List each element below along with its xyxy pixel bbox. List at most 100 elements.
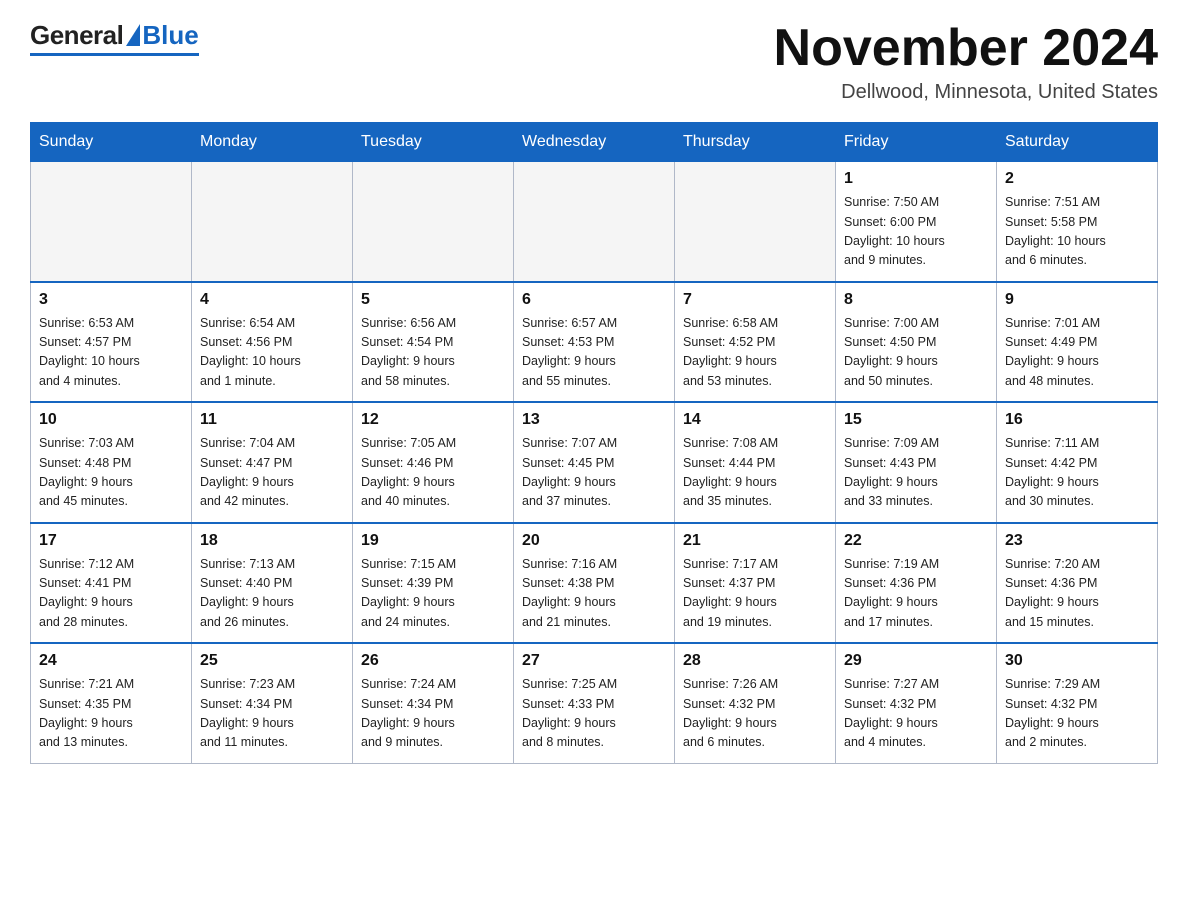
day-number: 20: [522, 532, 666, 550]
calendar-cell: 5 Sunrise: 6:56 AM Sunset: 4:54 PM Daylig…: [353, 282, 514, 403]
day-number: 11: [200, 411, 344, 429]
weekday-header-sunday: Sunday: [31, 123, 192, 162]
calendar-header: SundayMondayTuesdayWednesdayThursdayFrid…: [31, 123, 1158, 162]
calendar-cell: 29 Sunrise: 7:27 AM Sunset: 4:32 PM Dayli…: [836, 643, 997, 763]
day-info: Sunrise: 6:56 AM Sunset: 4:54 PM Dayligh…: [361, 314, 505, 392]
calendar-cell: 14Sunrise: 7:08 AM Sunset: 4:44 PM Dayli…: [675, 402, 836, 523]
day-info: Sunrise: 7:26 AM Sunset: 4:32 PM Dayligh…: [683, 675, 827, 753]
calendar-week-4: 17 Sunrise: 7:12 AM Sunset: 4:41 PM Dayli…: [31, 523, 1158, 644]
day-number: 2: [1005, 170, 1149, 188]
calendar-cell: 22 Sunrise: 7:19 AM Sunset: 4:36 PM Dayli…: [836, 523, 997, 644]
logo-triangle-icon: [126, 24, 140, 46]
calendar-cell: 6 Sunrise: 6:57 AM Sunset: 4:53 PM Daylig…: [514, 282, 675, 403]
calendar-cell: 10 Sunrise: 7:03 AM Sunset: 4:48 PM Dayli…: [31, 402, 192, 523]
logo-blue-text: Blue: [142, 20, 198, 51]
day-number: 28: [683, 652, 827, 670]
day-info: Sunrise: 7:23 AM Sunset: 4:34 PM Dayligh…: [200, 675, 344, 753]
calendar-week-2: 3 Sunrise: 6:53 AM Sunset: 4:57 PM Daylig…: [31, 282, 1158, 403]
day-info: Sunrise: 7:24 AM Sunset: 4:34 PM Dayligh…: [361, 675, 505, 753]
calendar-cell: 17 Sunrise: 7:12 AM Sunset: 4:41 PM Dayli…: [31, 523, 192, 644]
day-info: Sunrise: 7:21 AM Sunset: 4:35 PM Dayligh…: [39, 675, 183, 753]
day-number: 26: [361, 652, 505, 670]
calendar-week-5: 24 Sunrise: 7:21 AM Sunset: 4:35 PM Dayli…: [31, 643, 1158, 763]
calendar-cell: [31, 162, 192, 282]
calendar-cell: 28 Sunrise: 7:26 AM Sunset: 4:32 PM Dayli…: [675, 643, 836, 763]
day-info: Sunrise: 7:13 AM Sunset: 4:40 PM Dayligh…: [200, 555, 344, 633]
calendar-cell: 15Sunrise: 7:09 AM Sunset: 4:43 PM Dayli…: [836, 402, 997, 523]
day-info: Sunrise: 7:15 AM Sunset: 4:39 PM Dayligh…: [361, 555, 505, 633]
calendar-week-3: 10 Sunrise: 7:03 AM Sunset: 4:48 PM Dayli…: [31, 402, 1158, 523]
day-info: Sunrise: 7:29 AM Sunset: 4:32 PM Dayligh…: [1005, 675, 1149, 753]
calendar-week-1: 1 Sunrise: 7:50 AM Sunset: 6:00 PM Daylig…: [31, 162, 1158, 282]
day-info: Sunrise: 7:27 AM Sunset: 4:32 PM Dayligh…: [844, 675, 988, 753]
day-number: 5: [361, 291, 505, 309]
day-info: Sunrise: 7:51 AM Sunset: 5:58 PM Dayligh…: [1005, 193, 1149, 271]
weekday-header-row: SundayMondayTuesdayWednesdayThursdayFrid…: [31, 123, 1158, 162]
day-number: 18: [200, 532, 344, 550]
calendar-cell: [353, 162, 514, 282]
calendar-cell: 20 Sunrise: 7:16 AM Sunset: 4:38 PM Dayli…: [514, 523, 675, 644]
day-number: 10: [39, 411, 183, 429]
day-number: 25: [200, 652, 344, 670]
calendar-cell: 3 Sunrise: 6:53 AM Sunset: 4:57 PM Daylig…: [31, 282, 192, 403]
day-info: Sunrise: 6:54 AM Sunset: 4:56 PM Dayligh…: [200, 314, 344, 392]
calendar-cell: 19 Sunrise: 7:15 AM Sunset: 4:39 PM Dayli…: [353, 523, 514, 644]
day-number: 6: [522, 291, 666, 309]
day-info: Sunrise: 7:09 AM Sunset: 4:43 PM Dayligh…: [844, 434, 988, 512]
calendar-cell: 13 Sunrise: 7:07 AM Sunset: 4:45 PM Dayli…: [514, 402, 675, 523]
calendar-cell: 2 Sunrise: 7:51 AM Sunset: 5:58 PM Daylig…: [997, 162, 1158, 282]
day-info: Sunrise: 6:57 AM Sunset: 4:53 PM Dayligh…: [522, 314, 666, 392]
day-number: 9: [1005, 291, 1149, 309]
calendar-table: SundayMondayTuesdayWednesdayThursdayFrid…: [30, 122, 1158, 764]
day-number: 29: [844, 652, 988, 670]
day-info: Sunrise: 6:58 AM Sunset: 4:52 PM Dayligh…: [683, 314, 827, 392]
calendar-cell: 25 Sunrise: 7:23 AM Sunset: 4:34 PM Dayli…: [192, 643, 353, 763]
day-number: 24: [39, 652, 183, 670]
title-area: November 2024 Dellwood, Minnesota, Unite…: [774, 20, 1158, 104]
day-number: 12: [361, 411, 505, 429]
calendar-cell: 26 Sunrise: 7:24 AM Sunset: 4:34 PM Dayli…: [353, 643, 514, 763]
header-area: General Blue November 2024 Dellwood, Min…: [30, 20, 1158, 104]
calendar-cell: 18 Sunrise: 7:13 AM Sunset: 4:40 PM Dayli…: [192, 523, 353, 644]
day-info: Sunrise: 7:50 AM Sunset: 6:00 PM Dayligh…: [844, 193, 988, 271]
calendar-cell: [192, 162, 353, 282]
day-number: 13: [522, 411, 666, 429]
calendar-cell: [675, 162, 836, 282]
logo-general-text: General: [30, 20, 123, 51]
calendar-cell: [514, 162, 675, 282]
day-info: Sunrise: 7:17 AM Sunset: 4:37 PM Dayligh…: [683, 555, 827, 633]
day-info: Sunrise: 7:12 AM Sunset: 4:41 PM Dayligh…: [39, 555, 183, 633]
weekday-header-friday: Friday: [836, 123, 997, 162]
day-info: Sunrise: 7:07 AM Sunset: 4:45 PM Dayligh…: [522, 434, 666, 512]
day-number: 8: [844, 291, 988, 309]
day-info: Sunrise: 7:03 AM Sunset: 4:48 PM Dayligh…: [39, 434, 183, 512]
day-info: Sunrise: 7:16 AM Sunset: 4:38 PM Dayligh…: [522, 555, 666, 633]
day-number: 22: [844, 532, 988, 550]
calendar-cell: 24 Sunrise: 7:21 AM Sunset: 4:35 PM Dayli…: [31, 643, 192, 763]
day-number: 7: [683, 291, 827, 309]
day-number: 1: [844, 170, 988, 188]
day-number: 3: [39, 291, 183, 309]
day-number: 21: [683, 532, 827, 550]
weekday-header-monday: Monday: [192, 123, 353, 162]
location-subtitle: Dellwood, Minnesota, United States: [774, 81, 1158, 104]
calendar-cell: 12Sunrise: 7:05 AM Sunset: 4:46 PM Dayli…: [353, 402, 514, 523]
logo: General Blue: [30, 20, 199, 56]
calendar-cell: 9Sunrise: 7:01 AM Sunset: 4:49 PM Daylig…: [997, 282, 1158, 403]
calendar-cell: 27Sunrise: 7:25 AM Sunset: 4:33 PM Dayli…: [514, 643, 675, 763]
day-number: 17: [39, 532, 183, 550]
day-number: 19: [361, 532, 505, 550]
day-info: Sunrise: 7:20 AM Sunset: 4:36 PM Dayligh…: [1005, 555, 1149, 633]
weekday-header-wednesday: Wednesday: [514, 123, 675, 162]
day-info: Sunrise: 7:08 AM Sunset: 4:44 PM Dayligh…: [683, 434, 827, 512]
calendar-cell: 8 Sunrise: 7:00 AM Sunset: 4:50 PM Daylig…: [836, 282, 997, 403]
calendar-cell: 7 Sunrise: 6:58 AM Sunset: 4:52 PM Daylig…: [675, 282, 836, 403]
calendar-cell: 16Sunrise: 7:11 AM Sunset: 4:42 PM Dayli…: [997, 402, 1158, 523]
day-info: Sunrise: 7:00 AM Sunset: 4:50 PM Dayligh…: [844, 314, 988, 392]
calendar-cell: 21 Sunrise: 7:17 AM Sunset: 4:37 PM Dayli…: [675, 523, 836, 644]
day-info: Sunrise: 7:04 AM Sunset: 4:47 PM Dayligh…: [200, 434, 344, 512]
day-info: Sunrise: 6:53 AM Sunset: 4:57 PM Dayligh…: [39, 314, 183, 392]
month-title: November 2024: [774, 20, 1158, 77]
day-info: Sunrise: 7:11 AM Sunset: 4:42 PM Dayligh…: [1005, 434, 1149, 512]
day-info: Sunrise: 7:19 AM Sunset: 4:36 PM Dayligh…: [844, 555, 988, 633]
